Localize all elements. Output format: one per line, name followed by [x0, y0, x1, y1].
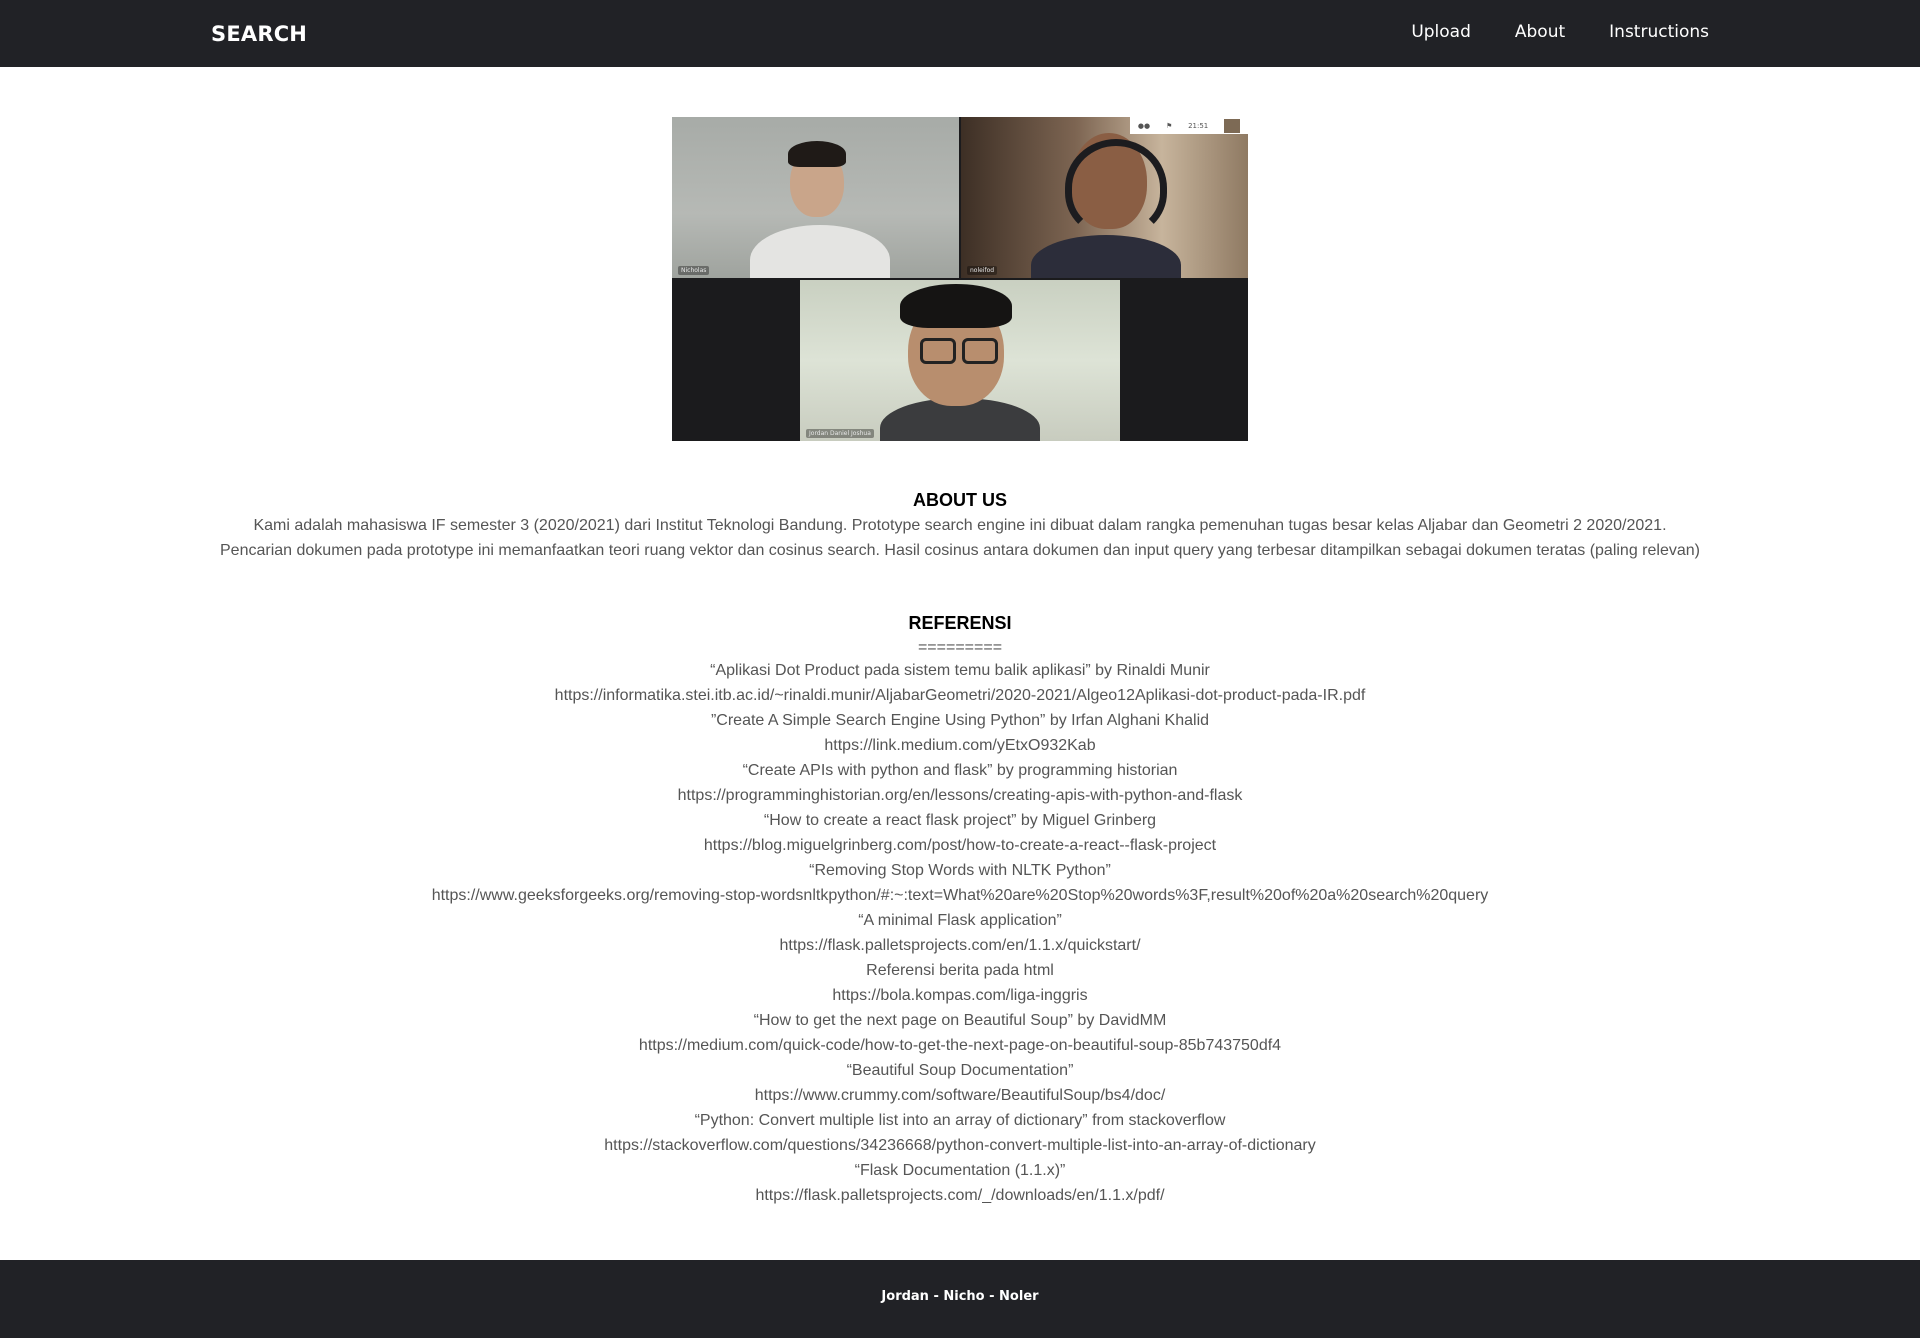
- reference-link[interactable]: https://blog.miguelgrinberg.com/post/how…: [704, 837, 1216, 854]
- reference-item: “How to get the next page on Beautiful S…: [753, 1012, 1167, 1029]
- reference-link[interactable]: https://www.geeksforgeeks.org/removing-s…: [432, 887, 1489, 904]
- nav-link-instructions[interactable]: Instructions: [1609, 22, 1709, 42]
- reference-item: “Aplikasi Dot Product pada sistem temu b…: [710, 662, 1210, 679]
- reference-link[interactable]: https://flask.palletsprojects.com/en/1.1…: [779, 937, 1140, 954]
- glasses-icon: [962, 338, 998, 364]
- about-line-2: Pencarian dokumen pada prototype ini mem…: [220, 542, 1700, 559]
- video-tile-1: Nicholas: [672, 117, 959, 278]
- references-title: REFERENSI: [908, 613, 1012, 633]
- reference-item: “Flask Documentation (1.1.x)”: [854, 1162, 1066, 1179]
- reference-link[interactable]: https://medium.com/quick-code/how-to-get…: [639, 1037, 1281, 1054]
- reference-link[interactable]: https://flask.palletsprojects.com/_/down…: [755, 1187, 1164, 1204]
- participants-icon: ●●: [1137, 121, 1151, 130]
- reference-item: “A minimal Flask application”: [858, 912, 1062, 929]
- person-hair: [900, 284, 1012, 328]
- reference-link[interactable]: https://link.medium.com/yEtxO932Kab: [824, 737, 1095, 754]
- reference-item: https://medium.com/quick-code/how-to-get…: [0, 1033, 1920, 1058]
- brand-link[interactable]: SEARCH: [211, 22, 307, 46]
- person-body: [750, 225, 890, 278]
- reference-item: https://www.crummy.com/software/Beautifu…: [0, 1083, 1920, 1108]
- reference-item: https://flask.palletsprojects.com/en/1.1…: [0, 933, 1920, 958]
- reference-item: https://programminghistorian.org/en/less…: [0, 783, 1920, 808]
- navbar: SEARCH Upload About Instructions: [0, 0, 1920, 67]
- tile-label: Nicholas: [678, 266, 710, 275]
- reference-link[interactable]: https://www.crummy.com/software/Beautifu…: [755, 1087, 1166, 1104]
- reference-item: https://link.medium.com/yEtxO932Kab: [0, 733, 1920, 758]
- references-list: “Aplikasi Dot Product pada sistem temu b…: [0, 658, 1920, 1208]
- reference-item: “Create APIs with python and flask” by p…: [742, 762, 1178, 779]
- reference-item: Referensi berita pada html: [866, 962, 1054, 979]
- about-line-1: Kami adalah mahasiswa IF semester 3 (202…: [253, 517, 1667, 534]
- about-title: ABOUT US: [913, 490, 1007, 510]
- reference-link[interactable]: https://bola.kompas.com/liga-inggris: [832, 987, 1087, 1004]
- tile-label: Jordan Daniel Joshua: [806, 429, 874, 438]
- reference-item: “How to create a react flask project” by…: [763, 812, 1157, 829]
- person-hair: [788, 141, 846, 167]
- nav-link-about[interactable]: About: [1515, 22, 1565, 42]
- footer-text: Jordan - Nicho - Noler: [881, 1289, 1039, 1304]
- reference-item: https://bola.kompas.com/liga-inggris: [0, 983, 1920, 1008]
- reference-item: https://flask.palletsprojects.com/_/down…: [0, 1183, 1920, 1208]
- video-tile-3: Jordan Daniel Joshua: [800, 280, 1120, 441]
- call-toolbar: ●● ⚑ 21:51: [1130, 117, 1248, 134]
- reference-item: “Python: Convert multiple list into an a…: [694, 1112, 1226, 1129]
- flag-icon: ⚑: [1165, 121, 1173, 130]
- reference-item: https://www.geeksforgeeks.org/removing-s…: [0, 883, 1920, 908]
- reference-item: https://stackoverflow.com/questions/3423…: [0, 1133, 1920, 1158]
- reference-link[interactable]: https://programminghistorian.org/en/less…: [678, 787, 1243, 804]
- reference-item: “Beautiful Soup Documentation”: [846, 1062, 1074, 1079]
- nav-link-upload[interactable]: Upload: [1411, 22, 1471, 42]
- self-avatar: [1224, 118, 1241, 133]
- glasses-icon: [920, 338, 956, 364]
- reference-link[interactable]: https://informatika.stei.itb.ac.id/~rina…: [555, 687, 1366, 704]
- reference-item: https://informatika.stei.itb.ac.id/~rina…: [0, 683, 1920, 708]
- person-body: [1031, 235, 1181, 278]
- reference-item: “Removing Stop Words with NLTK Python”: [809, 862, 1111, 879]
- video-tile-2: noleifod: [961, 117, 1248, 278]
- reference-item: ”Create A Simple Search Engine Using Pyt…: [710, 712, 1210, 729]
- nav-links: Upload About Instructions: [1411, 22, 1709, 42]
- team-photo: Nicholas noleifod Jordan Daniel Joshua ●…: [672, 117, 1248, 441]
- headphones-icon: [1065, 139, 1167, 237]
- reference-item: https://blog.miguelgrinberg.com/post/how…: [0, 833, 1920, 858]
- call-time: 21:51: [1188, 121, 1209, 130]
- footer: Jordan - Nicho - Noler: [0, 1260, 1920, 1338]
- references-divider: =========: [917, 639, 1003, 656]
- reference-link[interactable]: https://stackoverflow.com/questions/3423…: [604, 1137, 1315, 1154]
- tile-label: noleifod: [967, 266, 998, 275]
